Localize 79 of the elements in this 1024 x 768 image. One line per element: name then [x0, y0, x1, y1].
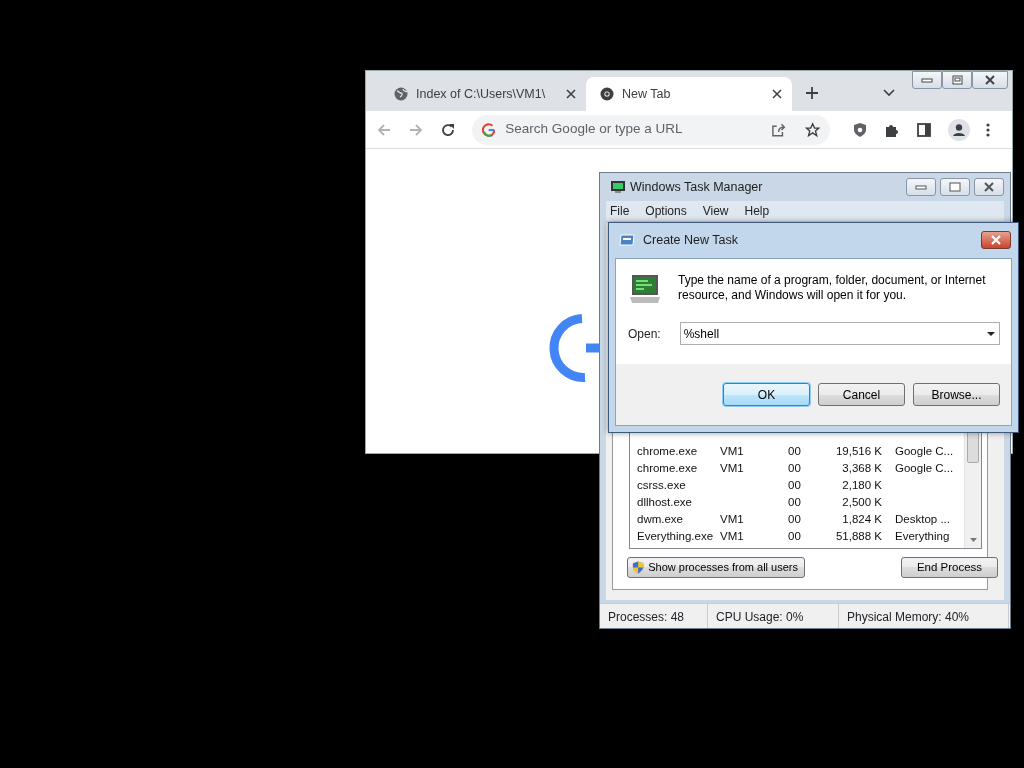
cpu-value: 00	[788, 477, 802, 493]
cpu-value: 00	[788, 443, 802, 459]
minimize-icon	[921, 77, 933, 83]
browser-tab[interactable]: Index of C:\Users\VM1\	[380, 77, 586, 111]
run-icon	[619, 234, 635, 246]
computer-icon	[628, 273, 662, 305]
close-icon[interactable]	[772, 89, 782, 99]
user-name: VM1	[720, 443, 745, 459]
dialog-message: Type the name of a program, folder, document, or Internet resource, and Windows will open it for you.	[678, 273, 987, 304]
process-name: dllhost.exe	[636, 494, 693, 510]
close-icon	[985, 75, 995, 85]
user-name: VM1	[720, 460, 745, 476]
shield-icon[interactable]	[852, 121, 868, 138]
monitor-icon	[610, 180, 626, 194]
process-name: chrome.exe	[636, 443, 699, 459]
status-text: Physical Memory: 40%	[847, 610, 970, 624]
close-icon	[990, 235, 1002, 245]
share-icon[interactable]	[771, 121, 787, 138]
menu-item[interactable]: File	[610, 202, 630, 220]
maximize-icon	[949, 182, 961, 192]
memory-value: 2,500 K	[841, 494, 882, 510]
cpu-value: 00	[788, 511, 802, 527]
globe-icon	[394, 87, 408, 101]
status-text: CPU Usage: 0%	[716, 610, 804, 624]
close-icon[interactable]	[566, 89, 576, 99]
minimize-button[interactable]	[912, 71, 942, 89]
process-description: Desktop ...	[894, 511, 951, 527]
maximize-icon	[951, 75, 963, 85]
new-tab-icon[interactable]	[805, 86, 819, 100]
process-name: dwm.exe	[636, 511, 685, 527]
memory-value: 2,180 K	[841, 477, 882, 493]
end-process-button[interactable]: End Process	[901, 557, 998, 578]
window-title: Create New Task	[643, 231, 739, 249]
menu-item[interactable]: View	[702, 202, 729, 220]
address-bar[interactable]: Search Google or type a URL	[472, 114, 830, 145]
memory-value: 1,824 K	[841, 511, 882, 527]
process-name: Everything.exe	[636, 528, 715, 544]
shield-icon	[632, 560, 645, 575]
reload-icon[interactable]	[440, 121, 456, 138]
status-text: Processes: 48	[608, 610, 685, 624]
memory-value: 3,368 K	[841, 460, 882, 476]
maximize-button[interactable]	[940, 178, 970, 196]
ok-button[interactable]: OK	[723, 383, 810, 406]
window-title: Windows Task Manager	[630, 178, 764, 196]
dropdown-icon	[986, 331, 995, 336]
browse-button[interactable]: Browse...	[913, 383, 1000, 406]
field-label: Open:	[628, 325, 661, 343]
cpu-value: 00	[788, 494, 802, 510]
star-icon[interactable]	[804, 121, 820, 138]
close-button[interactable]	[974, 178, 1004, 196]
scroll-down-icon[interactable]	[970, 538, 977, 542]
open-combobox[interactable]: %shell	[679, 322, 1000, 345]
process-description: Google C...	[894, 460, 955, 476]
memory-value: 51,888 K	[834, 528, 882, 544]
browser-tab[interactable]: New Tab	[586, 77, 792, 111]
close-icon	[984, 182, 994, 192]
close-button[interactable]	[972, 71, 1008, 89]
cancel-button[interactable]: Cancel	[818, 383, 905, 406]
close-button[interactable]	[981, 231, 1011, 249]
user-name: VM1	[720, 511, 745, 527]
process-description: Google C...	[894, 443, 955, 459]
minimize-button[interactable]	[906, 178, 936, 196]
profile-icon[interactable]	[948, 118, 970, 141]
chrome-icon	[600, 87, 614, 101]
cpu-value: 00	[788, 460, 802, 476]
minimize-icon	[915, 184, 927, 190]
user-name: VM1	[720, 528, 745, 544]
process-name: chrome.exe	[636, 460, 699, 476]
cpu-value: 00	[788, 528, 802, 544]
process-name: csrss.exe	[636, 477, 687, 493]
google-icon	[482, 122, 496, 137]
side-panel-icon[interactable]	[916, 121, 932, 138]
menu-item[interactable]: Help	[744, 202, 770, 220]
process-description: Everything	[894, 528, 951, 544]
more-icon[interactable]	[986, 121, 990, 138]
menu-item[interactable]: Options	[645, 202, 687, 220]
tab-search-icon[interactable]	[883, 89, 895, 97]
show-processes-button[interactable]: Show processes from all users	[627, 557, 805, 578]
memory-value: 19,516 K	[834, 443, 882, 459]
